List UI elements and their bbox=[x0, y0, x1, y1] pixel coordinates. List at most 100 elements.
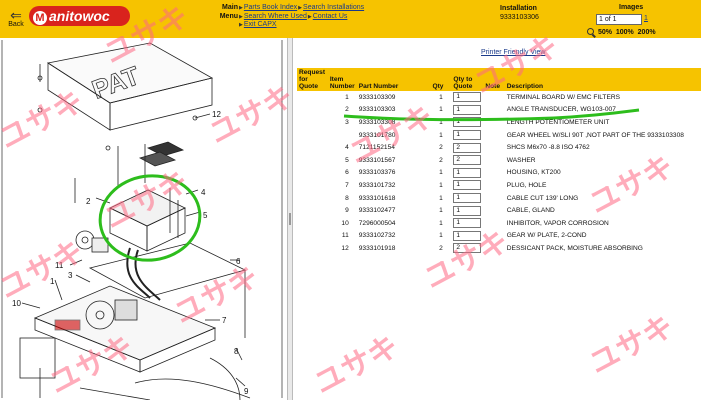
contact-us-link[interactable]: Contact Us bbox=[313, 13, 348, 20]
item-number-cell: 11 bbox=[341, 232, 349, 240]
image-pager-select[interactable]: 1 of 1 bbox=[596, 14, 642, 25]
request-cell bbox=[297, 179, 328, 192]
part-number-cell: 9333101780 bbox=[358, 131, 396, 139]
qty-to-quote-input[interactable]: 1 bbox=[453, 193, 482, 204]
callout-7: 7 bbox=[222, 316, 227, 325]
qty-cell: 1 bbox=[439, 93, 443, 101]
table-row: 12 9333101918 2 2 DESSICANT PACK, MOISTURE A… bbox=[297, 242, 701, 255]
parts-list-pane: Printer Friendly View Request for Quote … bbox=[294, 38, 701, 400]
arrow-right-icon: ▶ bbox=[239, 5, 243, 11]
arrow-right-icon: ▶ bbox=[239, 13, 243, 20]
qty-cell: 2 bbox=[439, 144, 443, 152]
part-number-cell: 9333101567 bbox=[358, 156, 396, 164]
table-row: 6 9333103376 1 1 HOUSING, KT200 bbox=[297, 167, 701, 180]
qty-to-quote-input[interactable]: 1 bbox=[453, 205, 482, 216]
request-cell bbox=[297, 204, 328, 217]
item-number-cell: 6 bbox=[345, 169, 349, 177]
qty-to-quote-cell: 2 bbox=[451, 242, 483, 255]
pane-splitter[interactable] bbox=[287, 38, 293, 400]
logo-text: anitowoc bbox=[49, 8, 110, 24]
qty-cell: 1 bbox=[439, 194, 443, 202]
qty-to-quote-cell: 1 bbox=[451, 91, 483, 104]
request-cell bbox=[297, 141, 328, 154]
qty-to-quote-cell: 2 bbox=[451, 141, 483, 154]
request-cell bbox=[297, 217, 328, 230]
callout-4: 4 bbox=[201, 188, 206, 197]
table-row: 4 7121152154 2 2 SHCS M6x70 -8.8 ISO 4762 bbox=[297, 141, 701, 154]
highlight-underline bbox=[343, 108, 640, 122]
image-page-link[interactable]: 1 bbox=[644, 15, 648, 22]
qty-to-quote-cell: 1 bbox=[451, 217, 483, 230]
search-where-used-link[interactable]: Search Where Used bbox=[244, 13, 307, 20]
qty-cell: 2 bbox=[439, 244, 443, 252]
item-number-cell: 1 bbox=[345, 93, 349, 101]
qty-to-quote-cell: 1 bbox=[451, 129, 483, 142]
qty-to-quote-input[interactable]: 1 bbox=[453, 92, 482, 103]
qty-cell: 1 bbox=[439, 181, 443, 189]
zoom-200-button[interactable]: 200% bbox=[638, 29, 656, 36]
table-row: 11 9333102732 1 1 GEAR W/ PLATE, 2-COND bbox=[297, 230, 701, 243]
part-number-cell: 9333101918 bbox=[358, 244, 396, 252]
back-label: Back bbox=[8, 21, 24, 28]
description-cell: PLUG, HOLE bbox=[506, 181, 547, 189]
item-number-cell: 9 bbox=[345, 207, 349, 215]
note-cell bbox=[483, 230, 504, 243]
part-number-cell: 9333102477 bbox=[358, 207, 396, 215]
col-item-number: Item Number bbox=[327, 68, 357, 91]
request-cell bbox=[297, 230, 328, 243]
request-cell bbox=[297, 167, 328, 180]
installation-info: Installation 9333103306 bbox=[500, 4, 539, 22]
item-number-cell: 8 bbox=[345, 194, 349, 202]
item-number-cell: 4 bbox=[345, 144, 349, 152]
note-cell bbox=[483, 242, 504, 255]
item-number-cell: 10 bbox=[341, 219, 349, 227]
qty-cell: 1 bbox=[439, 219, 443, 227]
search-installations-link[interactable]: Search Installations bbox=[303, 4, 364, 11]
callout-2: 2 bbox=[86, 197, 91, 206]
qty-to-quote-input[interactable]: 1 bbox=[453, 167, 482, 178]
col-request-for-quote: Request for Quote bbox=[297, 68, 328, 91]
description-cell: WASHER bbox=[506, 156, 536, 164]
description-cell: GEAR WHEEL W/SLI 90T ,NOT PART OF THE 93… bbox=[506, 131, 684, 139]
arrow-right-icon: ▶ bbox=[298, 5, 303, 11]
back-button[interactable]: ⇐ Back bbox=[5, 7, 27, 28]
zoom-50-button[interactable]: 50% bbox=[598, 29, 612, 36]
qty-cell: 1 bbox=[439, 131, 443, 139]
description-cell: GEAR W/ PLATE, 2-COND bbox=[506, 232, 587, 240]
description-cell: DESSICANT PACK, MOISTURE ABSORBING bbox=[506, 244, 643, 252]
callout-12: 12 bbox=[212, 110, 221, 119]
main-label: Main bbox=[222, 4, 238, 11]
col-description: Description bbox=[504, 68, 701, 91]
table-row: 10 7296000504 1 1 INHIBITOR, VAPOR CORROSION bbox=[297, 217, 701, 230]
qty-to-quote-input[interactable]: 2 bbox=[453, 142, 482, 153]
qty-to-quote-input[interactable]: 2 bbox=[453, 243, 482, 254]
request-cell bbox=[297, 129, 328, 142]
qty-to-quote-input[interactable]: 1 bbox=[453, 218, 482, 229]
item-number-cell bbox=[328, 129, 357, 142]
zoom-100-button[interactable]: 100% bbox=[616, 29, 634, 36]
manitowoc-logo: Manitowoc bbox=[29, 6, 130, 26]
table-row: 9 9333102477 1 1 CABLE, GLAND bbox=[297, 204, 701, 217]
qty-to-quote-input[interactable]: 2 bbox=[453, 155, 482, 166]
parts-table: Request for Quote Item Number Part Numbe… bbox=[297, 68, 701, 255]
qty-cell: 1 bbox=[439, 169, 443, 177]
exit-capx-link[interactable]: Exit CAPX bbox=[244, 21, 277, 28]
col-qty: Qty bbox=[430, 68, 452, 91]
printer-friendly-view-link[interactable]: Printer Friendly View bbox=[481, 49, 545, 56]
qty-to-quote-cell: 1 bbox=[451, 204, 483, 217]
parts-book-index-link[interactable]: Parts Book Index bbox=[244, 4, 297, 11]
qty-to-quote-input[interactable]: 1 bbox=[453, 130, 482, 141]
top-header: ⇐ Back Manitowoc Main▶Parts Book Index▶S… bbox=[0, 0, 701, 38]
part-number-cell: 9333103309 bbox=[358, 93, 396, 101]
col-part-number: Part Number bbox=[356, 68, 431, 91]
part-number-cell: 9333103376 bbox=[358, 169, 396, 177]
description-cell: CABLE, GLAND bbox=[506, 207, 555, 215]
parts-diagram[interactable]: PAT 12 2 4 5 11 3 6 1 10 7 8 9 bbox=[0, 38, 285, 400]
qty-to-quote-input[interactable]: 1 bbox=[453, 230, 482, 241]
nav-menu: Main▶Parts Book Index▶Search Installatio… bbox=[216, 4, 364, 30]
table-header-row: Request for Quote Item Number Part Numbe… bbox=[297, 68, 701, 91]
back-arrow-icon: ⇐ bbox=[10, 7, 22, 23]
qty-to-quote-input[interactable]: 1 bbox=[453, 180, 482, 191]
exploded-view-drawing: PAT 12 2 4 5 11 3 6 1 10 7 8 9 bbox=[1, 40, 283, 400]
splitter-grip-icon bbox=[289, 213, 291, 225]
